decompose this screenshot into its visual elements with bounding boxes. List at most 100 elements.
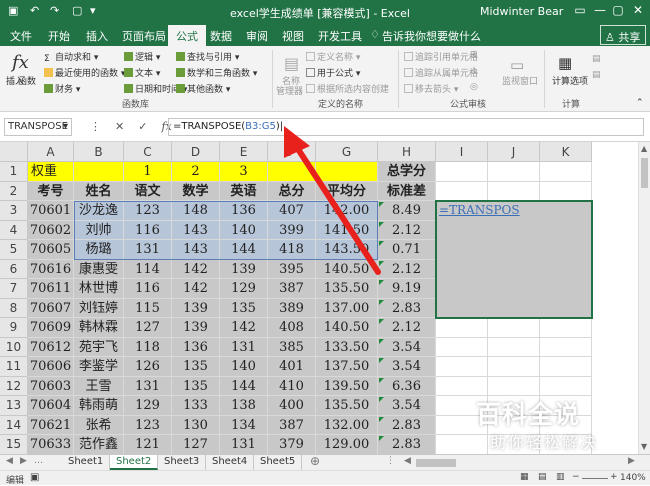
- trace-precedents-button[interactable]: 追踪引用单元格: [404, 50, 478, 63]
- row-header[interactable]: 11: [0, 357, 28, 377]
- grid-cell[interactable]: 135.50: [316, 279, 378, 299]
- zoom-level[interactable]: 140%: [620, 473, 646, 483]
- vertical-scrollbar[interactable]: ▲ ▼: [638, 142, 650, 454]
- grid-cell[interactable]: 400: [268, 396, 316, 416]
- grid-cell[interactable]: 3.54: [378, 337, 436, 357]
- row-header[interactable]: 3: [0, 201, 28, 221]
- sheet-tab-sheet3[interactable]: Sheet3: [158, 455, 207, 470]
- column-header[interactable]: K: [540, 142, 592, 162]
- grid-cell[interactable]: [436, 337, 488, 357]
- grid-cell[interactable]: 121: [124, 435, 172, 454]
- grid-cell[interactable]: [436, 357, 488, 377]
- grid-cell[interactable]: 范作鑫: [74, 435, 124, 454]
- grid-cell[interactable]: 权重: [28, 162, 74, 182]
- grid-cell[interactable]: [488, 181, 540, 201]
- zoom-in-icon[interactable]: +: [610, 472, 618, 482]
- grid-cell[interactable]: 142: [220, 318, 268, 338]
- row-header[interactable]: 4: [0, 220, 28, 240]
- row-header[interactable]: 15: [0, 435, 28, 454]
- grid-cell[interactable]: 3.54: [378, 357, 436, 377]
- grid-cell[interactable]: 2.83: [378, 415, 436, 435]
- row-header[interactable]: 8: [0, 298, 28, 318]
- grid-cell[interactable]: 70609: [28, 318, 74, 338]
- grid-cell[interactable]: 2: [172, 162, 220, 182]
- grid-cell[interactable]: [540, 376, 592, 396]
- grid-cell[interactable]: 127: [124, 318, 172, 338]
- calc-sheet-icon[interactable]: ▤: [592, 70, 601, 80]
- grid-cell[interactable]: 3: [220, 162, 268, 182]
- grid-cell[interactable]: 133: [172, 396, 220, 416]
- grid-cell[interactable]: 70621: [28, 415, 74, 435]
- grid-cell[interactable]: 118: [124, 337, 172, 357]
- normal-view-icon[interactable]: ▦: [520, 472, 529, 482]
- grid-cell[interactable]: 70616: [28, 259, 74, 279]
- recent-functions-button[interactable]: 最近使用的函数 ▾: [44, 66, 125, 79]
- grid-cell[interactable]: 144: [220, 376, 268, 396]
- column-header[interactable]: C: [124, 142, 172, 162]
- grid-cell[interactable]: [488, 162, 540, 182]
- select-all-corner[interactable]: [0, 142, 28, 162]
- column-header[interactable]: H: [378, 142, 436, 162]
- tab-developer[interactable]: 开发工具: [318, 28, 362, 44]
- customize-qat-icon[interactable]: ▾: [90, 4, 96, 17]
- calc-now-icon[interactable]: ▤: [592, 54, 601, 64]
- grid-cell[interactable]: 2.12: [378, 220, 436, 240]
- new-file-icon[interactable]: ▢: [72, 4, 82, 17]
- row-header[interactable]: 6: [0, 259, 28, 279]
- grid-cell[interactable]: 6.36: [378, 376, 436, 396]
- lookup-reference-button[interactable]: 查找与引用 ▾: [176, 50, 239, 63]
- grid-cell[interactable]: 韩林霖: [74, 318, 124, 338]
- grid-cell[interactable]: 0.71: [378, 240, 436, 260]
- column-header[interactable]: E: [220, 142, 268, 162]
- error-checking-icon[interactable]: ⚠: [470, 66, 478, 76]
- tab-file[interactable]: 文件: [10, 28, 32, 44]
- grid-cell[interactable]: 142: [172, 259, 220, 279]
- zoom-slider[interactable]: [582, 478, 608, 479]
- grid-cell[interactable]: 115: [124, 298, 172, 318]
- grid-cell[interactable]: 135: [220, 298, 268, 318]
- close-icon[interactable]: ✕: [628, 3, 648, 17]
- grid-cell[interactable]: 142: [172, 279, 220, 299]
- grid-cell[interactable]: 70633: [28, 435, 74, 454]
- grid-cell[interactable]: 70601: [28, 201, 74, 221]
- grid-cell[interactable]: 林世博: [74, 279, 124, 299]
- grid-cell[interactable]: [436, 376, 488, 396]
- grid-cell[interactable]: 126: [124, 357, 172, 377]
- grid-cell[interactable]: 137.00: [316, 298, 378, 318]
- grid-cell[interactable]: 132.00: [316, 415, 378, 435]
- grid-cell[interactable]: 1: [124, 162, 172, 182]
- grid-cell[interactable]: 387: [268, 415, 316, 435]
- sheet-tab-sheet2[interactable]: Sheet2: [110, 455, 159, 470]
- row-header[interactable]: 2: [0, 181, 28, 201]
- tab-review[interactable]: 审阅: [246, 28, 268, 44]
- grid-cell[interactable]: 139: [172, 318, 220, 338]
- grid-cell[interactable]: 136: [172, 337, 220, 357]
- text-button[interactable]: 文本 ▾: [124, 66, 160, 79]
- grid-cell[interactable]: [436, 181, 488, 201]
- name-box[interactable]: TRANSPOSE ▾: [4, 118, 72, 136]
- grid-cell[interactable]: 韩雨萌: [74, 396, 124, 416]
- grid-cell[interactable]: 考号: [28, 181, 74, 201]
- row-header[interactable]: 9: [0, 318, 28, 338]
- grid-cell[interactable]: [540, 162, 592, 182]
- grid-cell[interactable]: 401: [268, 357, 316, 377]
- column-header[interactable]: I: [436, 142, 488, 162]
- column-header[interactable]: D: [172, 142, 220, 162]
- grid-cell[interactable]: [268, 162, 316, 182]
- zoom-out-icon[interactable]: −: [572, 472, 580, 482]
- row-header[interactable]: 5: [0, 240, 28, 260]
- grid-cell[interactable]: [488, 357, 540, 377]
- grid-cell[interactable]: 137.50: [316, 357, 378, 377]
- grid-cell[interactable]: 总学分: [378, 162, 436, 182]
- sheet-tab-sheet4[interactable]: Sheet4: [206, 455, 255, 470]
- grid-cell[interactable]: [540, 181, 592, 201]
- grid-cell[interactable]: [436, 318, 488, 338]
- create-from-selection-button[interactable]: 根据所选内容创建: [306, 82, 389, 95]
- grid-cell[interactable]: [540, 318, 592, 338]
- formula-input[interactable]: =TRANSPOSE(B3:G5)|: [168, 118, 644, 136]
- minimize-icon[interactable]: —: [590, 3, 610, 17]
- grid-cell[interactable]: 134: [220, 415, 268, 435]
- grid-cell[interactable]: 389: [268, 298, 316, 318]
- sheet-tab-sheet5[interactable]: Sheet5: [254, 455, 303, 470]
- grid-cell[interactable]: 138: [220, 396, 268, 416]
